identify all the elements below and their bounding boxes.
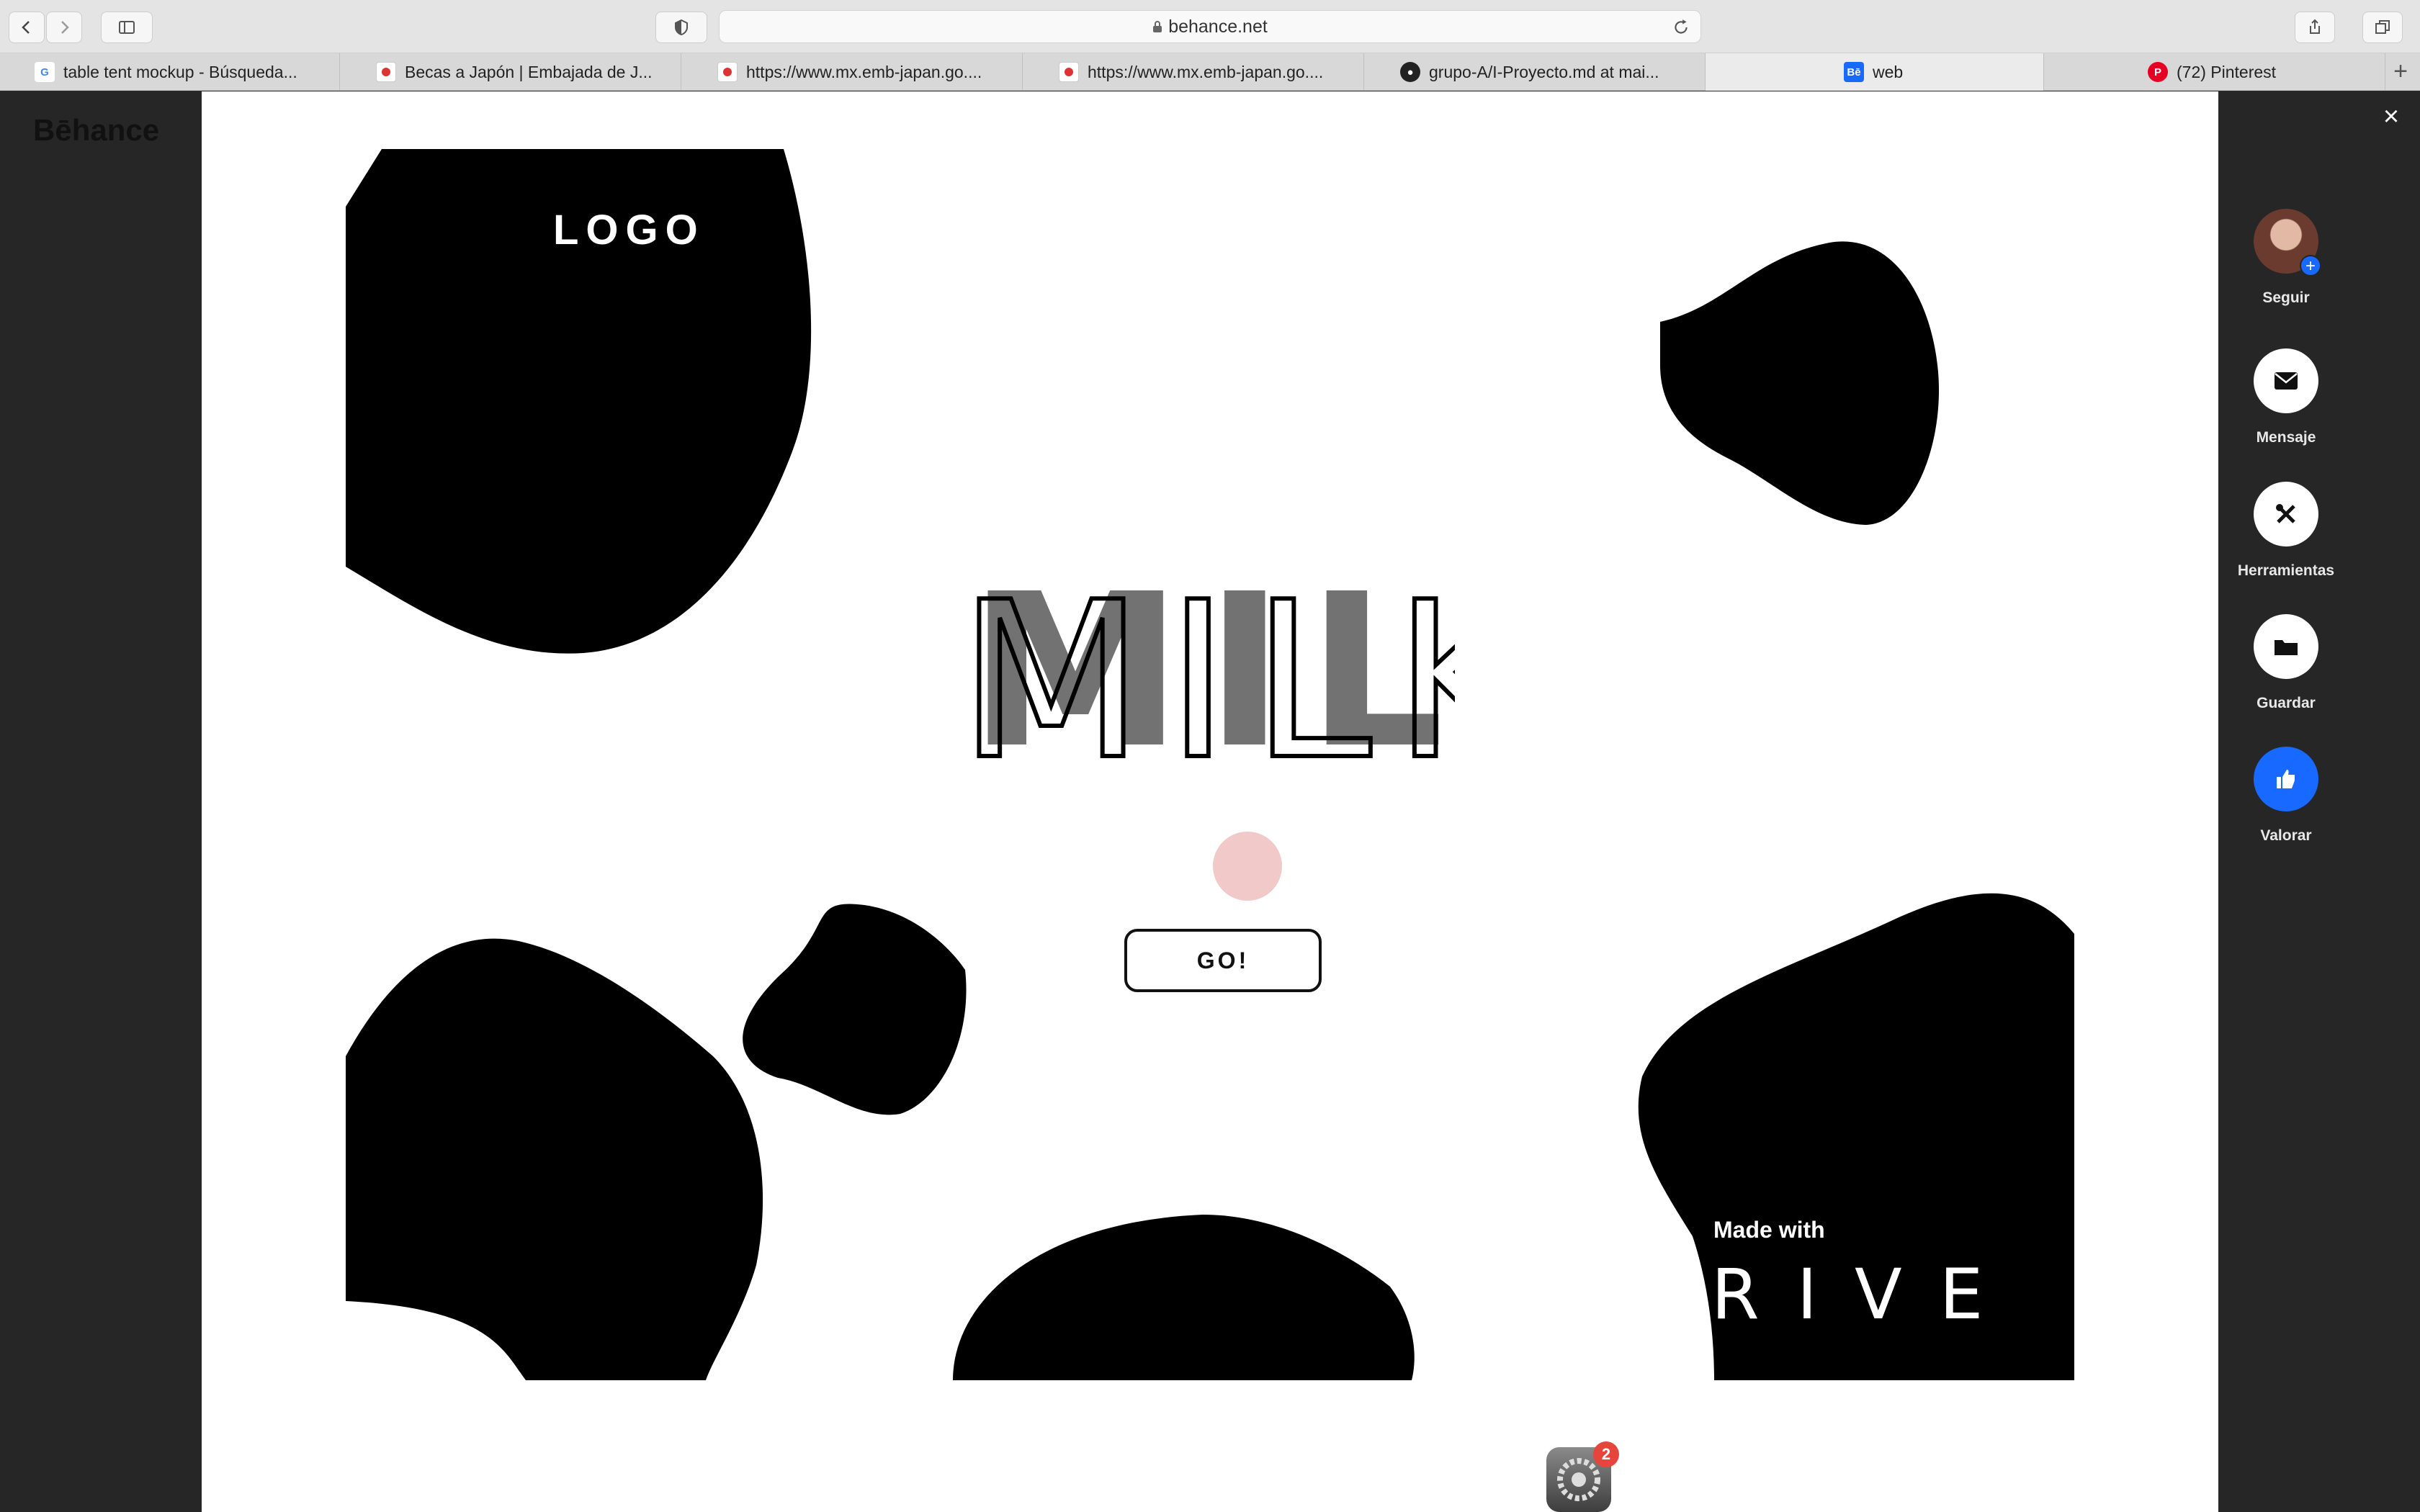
appreciate-action[interactable]: Valorar [2233,747,2339,845]
back-button[interactable] [9,12,45,43]
chevron-right-icon [61,21,69,34]
save-action[interactable]: Guardar [2233,614,2339,712]
tab-bar: G table tent mockup - Búsqueda... Becas … [0,53,2420,91]
go-button[interactable]: GO! [1124,929,1322,992]
tab-becas-japon[interactable]: Becas a Japón | Embajada de J... [340,53,681,91]
sidebar-icon [119,21,135,34]
tabs-icon [2375,20,2390,34]
address-bar[interactable]: behance.net [719,10,1701,43]
tools-icon [2276,504,2295,523]
logo-placeholder: LOGO [553,207,705,253]
save-label: Guardar [2257,695,2316,711]
pink-touch-indicator [1213,832,1282,901]
tools-button[interactable] [2254,482,2318,546]
pinterest-icon: P [2148,62,2168,82]
close-icon[interactable]: × [2377,102,2406,131]
tab-github[interactable]: ● grupo-A/I-Proyecto.md at mai... [1364,53,1706,91]
svg-text:MILK: MILK [968,590,1455,770]
behance-icon: Bē [1844,62,1864,82]
message-action[interactable]: Mensaje [2233,348,2339,446]
tab-label: https://www.mx.emb-japan.go.... [1088,62,1324,81]
url-text: behance.net [1168,16,1268,37]
appreciate-button[interactable] [2254,747,2318,811]
japan-flag-icon [717,62,738,82]
milk-title-graphic: MILK MILK [956,590,1455,770]
github-icon: ● [1400,62,1420,82]
privacy-report-button[interactable] [655,12,707,43]
appreciate-label: Valorar [2260,827,2312,844]
share-icon [2310,19,2320,34]
follow-label: Seguir [2262,289,2310,306]
browser-toolbar: behance.net [0,0,2420,53]
save-button[interactable] [2254,614,2318,679]
tab-emb-japan-2[interactable]: https://www.mx.emb-japan.go.... [1023,53,1364,91]
tools-label: Herramientas [2237,562,2335,579]
forward-button[interactable] [46,12,82,43]
tab-overview-button[interactable] [2362,12,2403,43]
tab-pinterest[interactable]: P (72) Pinterest [2044,53,2385,91]
cow-spot-bottom-center [953,1215,1415,1380]
message-button[interactable] [2254,348,2318,413]
google-icon: G [35,62,55,82]
plus-icon: + [2300,255,2321,276]
avatar[interactable]: + [2254,209,2321,276]
tab-behance-web[interactable]: Bē web [1706,53,2044,91]
reload-icon[interactable] [1672,18,1690,37]
follow-action[interactable]: + Seguir [2233,209,2339,307]
behance-logo: Bēhance [33,113,160,147]
japan-flag-icon [1059,62,1079,82]
rive-wordmark: RIVE [1711,1254,2021,1335]
new-tab-button[interactable]: + [2388,59,2413,84]
thumbs-up-icon [2277,770,2295,788]
tab-google[interactable]: G table tent mockup - Búsqueda... [0,53,340,91]
tools-action[interactable]: Herramientas [2233,482,2339,580]
chevron-left-icon [22,21,30,34]
tab-label: web [1873,62,1904,81]
gear-icon [1557,1458,1600,1501]
tab-label: Becas a Japón | Embajada de J... [405,62,653,81]
message-label: Mensaje [2256,429,2316,446]
lock-icon [1153,21,1162,32]
cow-spot-center-small [743,904,967,1115]
tab-label: https://www.mx.emb-japan.go.... [746,62,982,81]
tab-label: table tent mockup - Búsqueda... [63,62,297,81]
cow-spot-bottom-left [346,938,763,1380]
cow-spot-top-right [1660,241,1940,525]
envelope-icon [2275,372,2298,390]
tab-label: grupo-A/I-Proyecto.md at mai... [1429,62,1659,81]
sidebar-toggle-button[interactable] [101,12,153,43]
folder-icon [2275,640,2298,655]
share-button[interactable] [2295,12,2335,43]
made-with-label: Made with [1713,1217,1825,1243]
notification-badge: 2 [1593,1441,1619,1467]
shield-icon [675,19,688,36]
tab-label: (72) Pinterest [2177,62,2277,81]
tab-emb-japan-1[interactable]: https://www.mx.emb-japan.go.... [681,53,1023,91]
japan-flag-icon [376,62,396,82]
